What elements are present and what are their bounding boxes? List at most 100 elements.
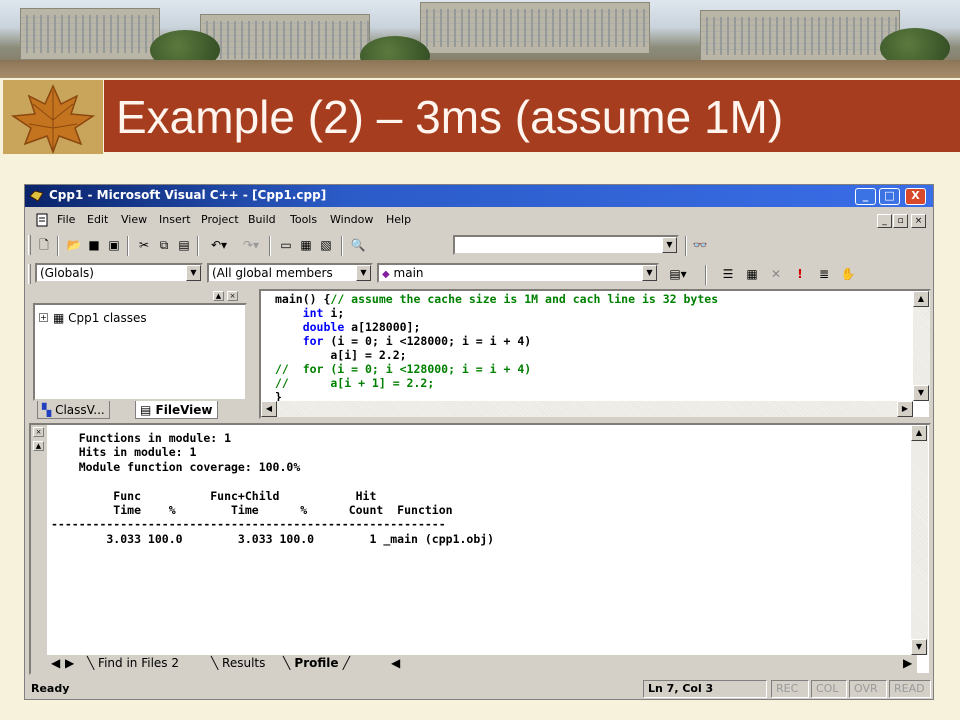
code-line: // a[i + 1] = 2.2; <box>275 376 718 390</box>
class-wizard-icon[interactable]: ☰ <box>719 265 737 283</box>
new-file-icon[interactable]: 🗋 <box>35 236 53 254</box>
editor-horizontal-scrollbar[interactable]: ◀ ▶ <box>261 401 913 417</box>
status-ovr: OVR <box>849 680 887 698</box>
members-combo[interactable]: (All global members ▼ <box>207 263 373 283</box>
tab-profile[interactable]: ╲ Profile ╱ <box>283 656 350 670</box>
code-token: int <box>302 306 324 320</box>
tab-classview[interactable]: ▚ ClassV... <box>37 401 110 419</box>
menu-insert[interactable]: Insert <box>159 213 191 226</box>
find-combo[interactable]: ▼ <box>453 235 679 255</box>
scope-combo[interactable]: (Globals) ▼ <box>35 263 203 283</box>
document-icon <box>36 213 48 227</box>
menu-build[interactable]: Build <box>248 213 276 226</box>
build-execute-icon[interactable]: ! <box>791 265 809 283</box>
output-line: Func Func+Child Hit <box>51 488 377 503</box>
hand-breakpoint-icon[interactable]: ✋ <box>839 265 857 283</box>
list-members-icon[interactable]: ≣ <box>815 265 833 283</box>
minimize-button[interactable]: _ <box>855 188 876 205</box>
find-binoculars-icon[interactable]: 👓 <box>691 236 709 254</box>
scroll-left-icon[interactable]: ◀ <box>261 401 277 417</box>
stop-build-icon[interactable]: ✕ <box>767 265 785 283</box>
workspace-pane: ▲ × + ▦ Cpp1 classes ▚ ClassV... ▤ FileV… <box>29 289 255 419</box>
code-token: a[i] = 2.2; <box>275 348 407 362</box>
dock-icon[interactable]: ▲ <box>33 441 44 451</box>
redo-icon[interactable]: ↷▾ <box>237 236 265 254</box>
save-all-icon[interactable]: ▣ <box>105 236 123 254</box>
menu-help[interactable]: Help <box>386 213 411 226</box>
vc-app-icon <box>29 190 44 202</box>
code-token: main() { <box>275 292 331 306</box>
scroll-up-icon[interactable]: ▲ <box>911 425 927 441</box>
paste-icon[interactable]: ▤ <box>175 236 193 254</box>
menu-tools[interactable]: Tools <box>290 213 317 226</box>
build-config-icon[interactable]: ▦ <box>743 265 761 283</box>
menu-view[interactable]: View <box>121 213 147 226</box>
tab-scroll-right-icon[interactable]: ▶ <box>65 656 74 670</box>
find-in-files-icon[interactable]: 🔍 <box>349 236 367 254</box>
scroll-down-icon[interactable]: ▼ <box>913 385 929 401</box>
slide-title-bar: Example (2) – 3ms (assume 1M) <box>104 80 960 152</box>
classes-folder-icon: ▦ <box>53 311 65 325</box>
tab-label: Find in Files 2 <box>98 656 179 670</box>
code-line: main() {// assume the cache size is 1M a… <box>275 292 718 306</box>
cut-icon[interactable]: ✂ <box>135 236 153 254</box>
output-pane: × ▲ Functions in module: 1 Hits in modul… <box>29 423 931 675</box>
copy-icon[interactable]: ⧉ <box>155 236 173 254</box>
close-pane-icon[interactable]: × <box>33 427 44 437</box>
function-combo-value: main <box>393 266 424 280</box>
tab-results[interactable]: ╲ Results <box>211 656 265 670</box>
hscroll-left-icon[interactable]: ◀ <box>391 656 400 670</box>
menu-file[interactable]: File <box>57 213 75 226</box>
tab-find-in-files-2[interactable]: ╲ Find in Files 2 <box>87 656 179 670</box>
wizard-bar: (Globals) ▼ (All global members ▼ ◆ main… <box>25 261 933 287</box>
output-gripper[interactable]: × ▲ <box>31 425 47 673</box>
menu-project[interactable]: Project <box>201 213 239 226</box>
close-button[interactable]: X <box>905 188 926 205</box>
undo-icon[interactable]: ↶▾ <box>205 236 233 254</box>
open-folder-icon[interactable]: 📂 <box>65 236 83 254</box>
mdi-restore-button[interactable]: ▫ <box>893 214 908 228</box>
dock-icon[interactable]: ▲ <box>213 291 224 301</box>
hscroll-right-icon[interactable]: ▶ <box>903 656 912 670</box>
chevron-down-icon[interactable]: ▼ <box>356 265 371 281</box>
visual-cpp-window: Cpp1 - Microsoft Visual C++ - [Cpp1.cpp]… <box>24 184 934 700</box>
close-pane-icon[interactable]: × <box>227 291 238 301</box>
window-title-bar[interactable]: Cpp1 - Microsoft Visual C++ - [Cpp1.cpp]… <box>25 185 933 207</box>
tab-fileview[interactable]: ▤ FileView <box>135 401 218 419</box>
tab-scroll-left-icon[interactable]: ◀ <box>51 656 60 670</box>
workspace-toggle-icon[interactable]: ▭ <box>277 236 295 254</box>
menu-window[interactable]: Window <box>330 213 373 226</box>
tree-item-cpp1-classes[interactable]: ▦ Cpp1 classes <box>53 311 147 325</box>
window-list-icon[interactable]: ▧ <box>317 236 335 254</box>
scroll-up-icon[interactable]: ▲ <box>913 291 929 307</box>
maximize-button[interactable]: □ <box>879 188 900 205</box>
mdi-close-button[interactable]: × <box>911 214 926 228</box>
code-token: (i = 0; i <128000; i = i + 4) <box>323 334 532 348</box>
code-editor[interactable]: main() {// assume the cache size is 1M a… <box>259 289 931 419</box>
mdi-minimize-button[interactable]: _ <box>877 214 892 228</box>
save-icon[interactable]: ■ <box>85 236 103 254</box>
status-rec: REC <box>771 680 809 698</box>
function-combo[interactable]: ◆ main ▼ <box>377 263 659 283</box>
slide-title: Example (2) – 3ms (assume 1M) <box>116 91 784 143</box>
profile-output-text: Functions in module: 1 Hits in module: 1… <box>51 431 494 546</box>
status-col: COL <box>811 680 847 698</box>
tab-label: Results <box>222 656 266 670</box>
editor-vertical-scrollbar[interactable]: ▲ ▼ <box>913 291 930 401</box>
chevron-down-icon[interactable]: ▼ <box>642 265 657 281</box>
chevron-down-icon[interactable]: ▼ <box>662 237 677 253</box>
code-line: int i; <box>275 306 718 320</box>
code-token: i; <box>323 306 345 320</box>
output-toggle-icon[interactable]: ▦ <box>297 236 315 254</box>
wizard-actions-icon[interactable]: ▤▾ <box>663 265 693 283</box>
scroll-down-icon[interactable]: ▼ <box>911 639 927 655</box>
scroll-right-icon[interactable]: ▶ <box>897 401 913 417</box>
menu-edit[interactable]: Edit <box>87 213 108 226</box>
expand-icon[interactable]: + <box>39 313 48 322</box>
class-tree: + ▦ Cpp1 classes <box>33 303 247 401</box>
output-vertical-scrollbar[interactable]: ▲ ▼ <box>911 425 928 655</box>
output-line: Module function coverage: 100.0% <box>51 459 301 474</box>
chevron-down-icon[interactable]: ▼ <box>186 265 201 281</box>
